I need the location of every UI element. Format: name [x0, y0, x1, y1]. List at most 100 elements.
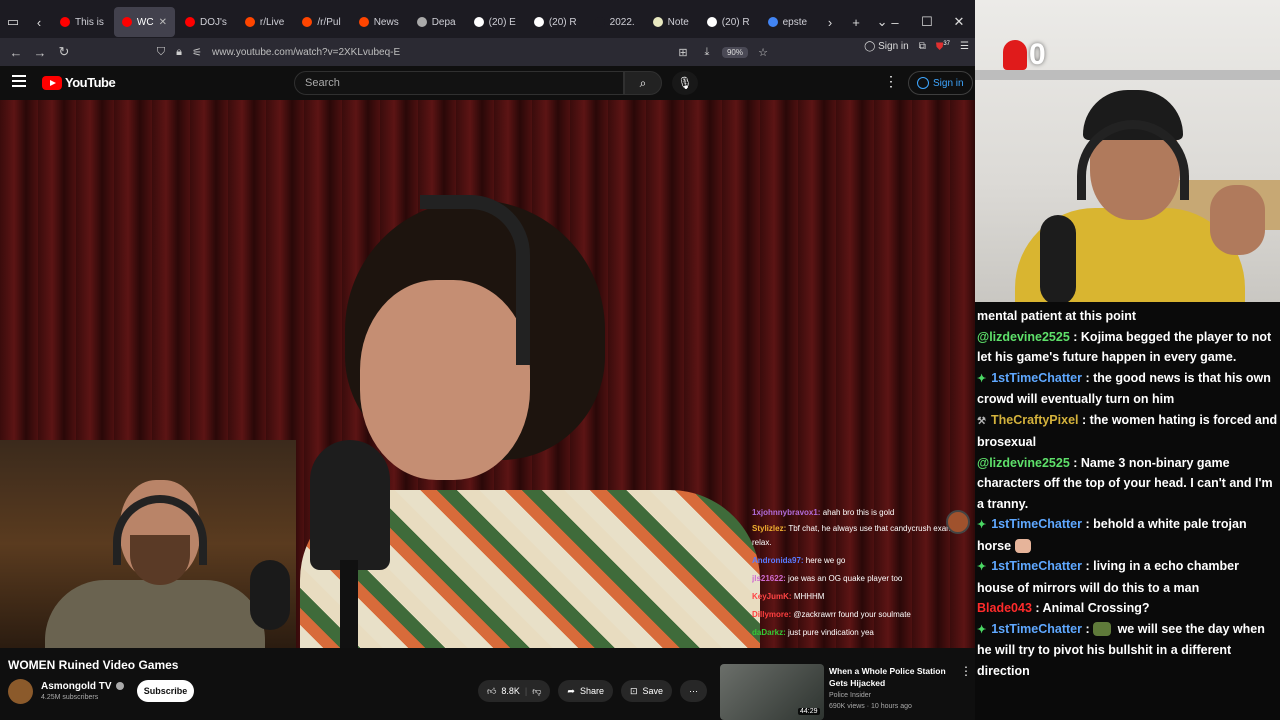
- share-button[interactable]: ➦ Share: [558, 680, 613, 702]
- chat-message: mental patient at this point: [977, 306, 1278, 327]
- video-actions: 👍︎ 8.8K | 👎︎ ➦ Share ⊡ Save ⋯: [478, 680, 708, 702]
- browser-tab[interactable]: (20) E: [466, 7, 524, 37]
- recommended-video[interactable]: 44:29 When a Whole Police Station Gets H…: [720, 664, 972, 720]
- tab-favicon-icon: [358, 17, 369, 27]
- tab-label: epste: [782, 16, 808, 28]
- channel-name[interactable]: Asmongold TV: [41, 681, 124, 692]
- chat-username[interactable]: 1stTimeChatter: [991, 559, 1082, 573]
- subscribe-button[interactable]: Subscribe: [137, 680, 194, 702]
- youtube-sign-in-button[interactable]: Sign in: [908, 71, 973, 95]
- account-sign-in[interactable]: ◯ Sign in: [864, 41, 909, 52]
- youtube-logo-text: YouTube: [65, 75, 116, 90]
- url-bar[interactable]: ⛉ 🔒︎ ⚟ www.youtube.com/watch?v=2XKLvubeq…: [152, 41, 772, 63]
- zoom-level[interactable]: 90%: [721, 46, 748, 58]
- chat-emote-icon: [1014, 539, 1031, 554]
- recommended-more-icon[interactable]: ⋮: [960, 664, 972, 678]
- chat-username[interactable]: Blade043: [977, 601, 1032, 615]
- chat-username[interactable]: 1stTimeChatter: [991, 371, 1082, 385]
- chat-emote-icon: [1093, 622, 1112, 637]
- search-input[interactable]: Search: [294, 71, 624, 95]
- minimize-icon[interactable]: –: [879, 15, 911, 30]
- close-tab-icon[interactable]: ✕: [159, 17, 167, 28]
- chat-username[interactable]: @lizdevine2525: [977, 456, 1070, 470]
- chat-username[interactable]: @lizdevine2525: [977, 330, 1070, 344]
- webcam-person: [45, 480, 290, 648]
- video-chat-text: MHHHM: [793, 592, 825, 601]
- browser-tab[interactable]: Depa: [409, 7, 464, 37]
- microphone-arm: [340, 560, 358, 648]
- tab-favicon-icon: [652, 17, 663, 27]
- chat-username[interactable]: 1stTimeChatter: [991, 517, 1082, 531]
- tab-label: (20) R: [548, 16, 577, 28]
- tab-label: (20) E: [488, 16, 516, 28]
- chat-username[interactable]: TheCraftyPixel: [991, 413, 1079, 427]
- save-page-icon[interactable]: ⤓: [698, 46, 716, 59]
- browser-tab[interactable]: epste: [760, 7, 815, 37]
- youtube-sign-in-label: Sign in: [933, 77, 964, 89]
- youtube-logo[interactable]: YouTube: [42, 75, 116, 90]
- browser-tab[interactable]: 2022.: [587, 7, 643, 37]
- ublock-icon[interactable]: ⛊37: [936, 41, 950, 52]
- browser-tab[interactable]: WC ✕: [113, 7, 175, 37]
- extensions-icon[interactable]: ⧉: [919, 41, 926, 52]
- video-chat-text: just pure vindication yea: [788, 628, 874, 637]
- browser-tab[interactable]: (20) R: [526, 7, 585, 37]
- like-button[interactable]: 👍︎ 8.8K | 👎︎: [478, 680, 551, 702]
- reload-icon[interactable]: ↻: [52, 44, 76, 60]
- tab-label: Note: [667, 16, 689, 28]
- more-actions-button[interactable]: ⋯: [680, 680, 708, 702]
- browser-tab[interactable]: News: [351, 7, 407, 37]
- browser-tab[interactable]: /r/Pul: [294, 7, 348, 37]
- guest-headphones: [420, 195, 530, 365]
- hammer-badge-icon: ⚒: [977, 415, 986, 427]
- tab-scroll-right-icon[interactable]: ›: [817, 7, 843, 37]
- streamer-camera: 0: [975, 0, 1280, 302]
- save-label: Save: [642, 686, 664, 696]
- tab-scroll-left-icon[interactable]: ‹: [26, 7, 52, 37]
- save-button[interactable]: ⊡ Save: [620, 680, 673, 702]
- tab-label: News: [373, 16, 399, 28]
- shield-icon[interactable]: ⛉: [152, 46, 170, 59]
- podcast-microphone: [310, 440, 390, 570]
- tab-overview-icon[interactable]: ▭: [0, 7, 26, 37]
- channel-avatar[interactable]: [8, 679, 33, 704]
- app-menu-icon[interactable]: ☰: [960, 41, 969, 52]
- like-icon: 👍︎: [487, 685, 497, 696]
- recommended-title[interactable]: When a Whole Police Station Gets Hijacke…: [829, 665, 954, 689]
- forward-icon[interactable]: →: [28, 45, 52, 60]
- lock-icon[interactable]: 🔒︎: [170, 46, 188, 59]
- reader-mode-icon[interactable]: ⊞: [674, 46, 692, 59]
- browser-tab[interactable]: r/Live: [237, 7, 292, 37]
- browser-tab[interactable]: Note: [645, 7, 697, 37]
- video-chat-message: Stylizlez: Tbf chat, he always use that …: [752, 522, 972, 550]
- browser-tab[interactable]: (20) R: [699, 7, 758, 37]
- video-chat-user: daDarkz:: [752, 628, 786, 637]
- webcam-inset: [0, 440, 296, 648]
- chat-username[interactable]: 1stTimeChatter: [991, 622, 1082, 636]
- channel-name-text[interactable]: Asmongold TV: [41, 681, 112, 692]
- video-chat-text: ahah bro this is gold: [822, 508, 895, 517]
- permissions-icon[interactable]: ⚟: [188, 46, 206, 59]
- more-actions-icon: ⋯: [689, 685, 699, 696]
- dislike-icon[interactable]: 👎︎: [532, 686, 541, 697]
- search-icon[interactable]: ⌕: [624, 71, 662, 95]
- new-tab-icon[interactable]: +: [843, 7, 869, 37]
- back-icon[interactable]: ←: [4, 45, 28, 60]
- first-time-chatter-icon: ✦: [977, 372, 987, 385]
- browser-tab[interactable]: DOJ's: [177, 7, 235, 37]
- guide-menu-icon[interactable]: [12, 75, 26, 89]
- close-window-icon[interactable]: ✕: [943, 14, 975, 30]
- maximize-icon[interactable]: ☐: [911, 14, 943, 30]
- video-chat-text: @zackrawrr found your soulmate: [793, 610, 911, 619]
- user-icon: [917, 77, 929, 89]
- browser-tab[interactable]: This is: [52, 7, 112, 37]
- save-icon: ⊡: [629, 685, 638, 696]
- bookmark-star-icon[interactable]: ☆: [754, 46, 772, 59]
- tab-label: /r/Pul: [317, 16, 341, 28]
- more-options-icon[interactable]: ⋮: [884, 73, 898, 90]
- youtube-play-icon: [42, 75, 62, 90]
- tab-label: (20) R: [721, 16, 750, 28]
- video-player[interactable]: 1xjohnnybravox1: ahah bro this is gold St…: [0, 100, 975, 648]
- url-text[interactable]: www.youtube.com/watch?v=2XKLvubeq-E: [212, 47, 400, 58]
- voice-search-icon[interactable]: 🎙︎: [672, 71, 698, 95]
